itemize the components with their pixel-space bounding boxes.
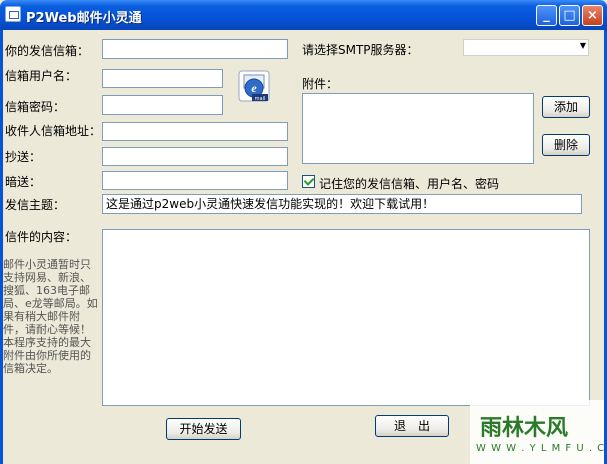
cc-input[interactable] [102, 147, 288, 166]
recipient-input[interactable] [102, 122, 288, 141]
delete-attachment-button[interactable]: 删除 [542, 134, 590, 156]
watermark-url: W W W . Y L M F U . C O M [476, 443, 607, 454]
remember-label: 记住您的发信信箱、用户名、密码 [319, 177, 500, 191]
chevron-down-icon[interactable]: ▼ [580, 41, 586, 50]
content-textarea[interactable] [102, 229, 590, 406]
subject-label: 发信主题： [5, 198, 66, 212]
smtp-select[interactable]: ▼ [463, 39, 589, 56]
side-note: 邮件小灵通暂时只支持网易、新浪、搜狐、163电子邮局、e龙等邮局。如果有稍大邮件… [3, 258, 98, 375]
attachment-label: 附件： [302, 77, 339, 91]
watermark-logo: 雨林木风 [480, 416, 569, 441]
sender-email-input[interactable] [102, 39, 288, 59]
recipient-label: 收件人信箱地址： [5, 124, 102, 138]
bcc-input[interactable] [102, 171, 288, 190]
app-window: P2Web邮件小灵通 _ □ × 你的发信信箱： 信箱用户名： e mail 信… [0, 0, 607, 464]
remember-checkbox[interactable] [302, 175, 315, 188]
window-title: P2Web邮件小灵通 [26, 11, 142, 26]
content-label: 信件的内容： [5, 230, 78, 244]
smtp-label: 请选择SMTP服务器： [302, 43, 419, 57]
bcc-label: 暗送： [5, 175, 42, 189]
subject-input[interactable]: 这是通过p2web小灵通快速发信功能实现的！欢迎下载试用！ [102, 194, 582, 214]
username-label: 信箱用户名： [5, 69, 78, 83]
mail-icon-badge: mail [255, 96, 266, 102]
close-button[interactable]: × [582, 5, 603, 26]
minimize-button[interactable]: _ [536, 5, 557, 26]
mail-icon-letter: e [251, 81, 257, 95]
watermark: 雨林木风 W W W . Y L M F U . C O M [470, 400, 607, 464]
title-bar[interactable]: P2Web邮件小灵通 _ □ × [0, 0, 607, 30]
window-frame-left [0, 30, 3, 464]
sender-email-label: 你的发信信箱： [5, 44, 90, 58]
attachment-list[interactable] [302, 93, 534, 164]
cc-label: 抄送： [5, 150, 42, 164]
mail-icon: e mail [238, 70, 270, 102]
add-attachment-button[interactable]: 添加 [542, 96, 590, 118]
send-button[interactable]: 开始发送 [166, 418, 241, 440]
password-input[interactable] [102, 95, 223, 115]
app-icon [5, 6, 21, 22]
username-input[interactable] [102, 69, 223, 88]
password-label: 信箱密码： [5, 100, 66, 114]
exit-button[interactable]: 退 出 [375, 415, 449, 437]
maximize-button[interactable]: □ [559, 5, 580, 26]
